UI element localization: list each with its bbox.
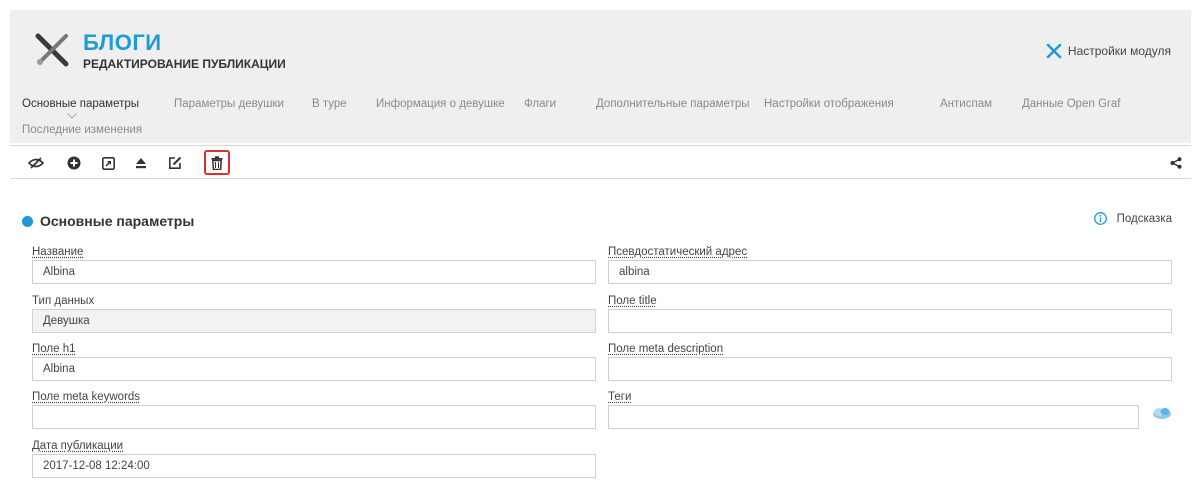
tab-extra-params[interactable]: Дополнительные параметры (596, 98, 750, 110)
tab-girl-info[interactable]: Информация о девушке (376, 98, 505, 110)
section-title: Основные параметры (40, 213, 195, 229)
edit-button[interactable] (163, 151, 187, 175)
module-title: БЛОГИ (83, 30, 162, 55)
name-input[interactable]: Albina (32, 260, 596, 284)
module-settings-link[interactable]: Настройки модуля (1046, 43, 1171, 59)
settings-tools-icon (1046, 43, 1062, 59)
tab-antispam[interactable]: Антиспам (940, 98, 992, 110)
page-header: БЛОГИ РЕДАКТИРОВАНИЕ ПУБЛИКАЦИИ Настройк… (10, 10, 1191, 90)
alias-input[interactable]: albina (608, 260, 1172, 284)
data-type-label: Тип данных (32, 295, 95, 307)
meta-keywords-input[interactable] (32, 405, 596, 429)
tools-logo-icon (35, 33, 69, 67)
pub-date-input[interactable]: 2017-12-08 12:24:00 (32, 454, 596, 478)
h1-label: Поле h1 (32, 343, 76, 355)
data-type-input: Девушка (32, 309, 596, 333)
tab-girl-params[interactable]: Параметры девушки (174, 98, 284, 110)
action-toolbar (10, 145, 1191, 179)
edit-icon (169, 156, 182, 169)
meta-description-input[interactable] (608, 357, 1172, 381)
add-button[interactable] (62, 151, 86, 175)
share-button[interactable] (1164, 151, 1188, 175)
section-bullet-icon (22, 215, 33, 227)
open-external-button[interactable] (96, 151, 120, 175)
delete-button[interactable] (204, 150, 230, 175)
hide-button[interactable] (24, 151, 48, 175)
pub-date-label: Дата публикации (32, 440, 124, 452)
meta-keywords-label: Поле meta keywords (32, 391, 141, 403)
tags-cloud-icon[interactable] (1150, 405, 1174, 421)
eject-icon (136, 158, 146, 169)
active-tab-caret-icon (67, 113, 77, 119)
hide-icon (28, 157, 44, 169)
open-external-icon (101, 156, 115, 170)
title-field-input[interactable] (608, 309, 1172, 333)
tab-bar: Основные параметры Параметры девушки В т… (10, 90, 1191, 143)
settings-label: Настройки модуля (1067, 44, 1171, 58)
hint-link[interactable]: Подсказка (1093, 212, 1172, 225)
page-subtitle: РЕДАКТИРОВАНИЕ ПУБЛИКАЦИИ (83, 57, 286, 71)
info-icon (1093, 212, 1107, 225)
name-label: Название (32, 246, 84, 258)
title-field-label: Поле title (608, 295, 657, 307)
tags-input[interactable] (608, 405, 1139, 429)
tab-on-tour[interactable]: В туре (312, 98, 347, 110)
hint-label: Подсказка (1116, 212, 1172, 225)
tab-main-params[interactable]: Основные параметры (22, 98, 139, 110)
tab-recent-changes[interactable]: Последние изменения (22, 124, 142, 136)
tab-flags[interactable]: Флаги (524, 98, 556, 110)
delete-icon (211, 155, 223, 170)
add-icon (67, 156, 81, 170)
tags-label: Теги (608, 391, 632, 403)
eject-button[interactable] (129, 151, 153, 175)
alias-label: Псевдостатический адрес (608, 246, 748, 258)
h1-input[interactable]: Albina (32, 357, 596, 381)
tab-open-graf[interactable]: Данные Open Graf (1022, 98, 1120, 110)
section-header: Основные параметры (22, 213, 194, 229)
meta-description-label: Поле meta description (608, 343, 724, 355)
share-icon (1170, 157, 1182, 169)
tab-display-settings[interactable]: Настройки отображения (764, 98, 894, 110)
